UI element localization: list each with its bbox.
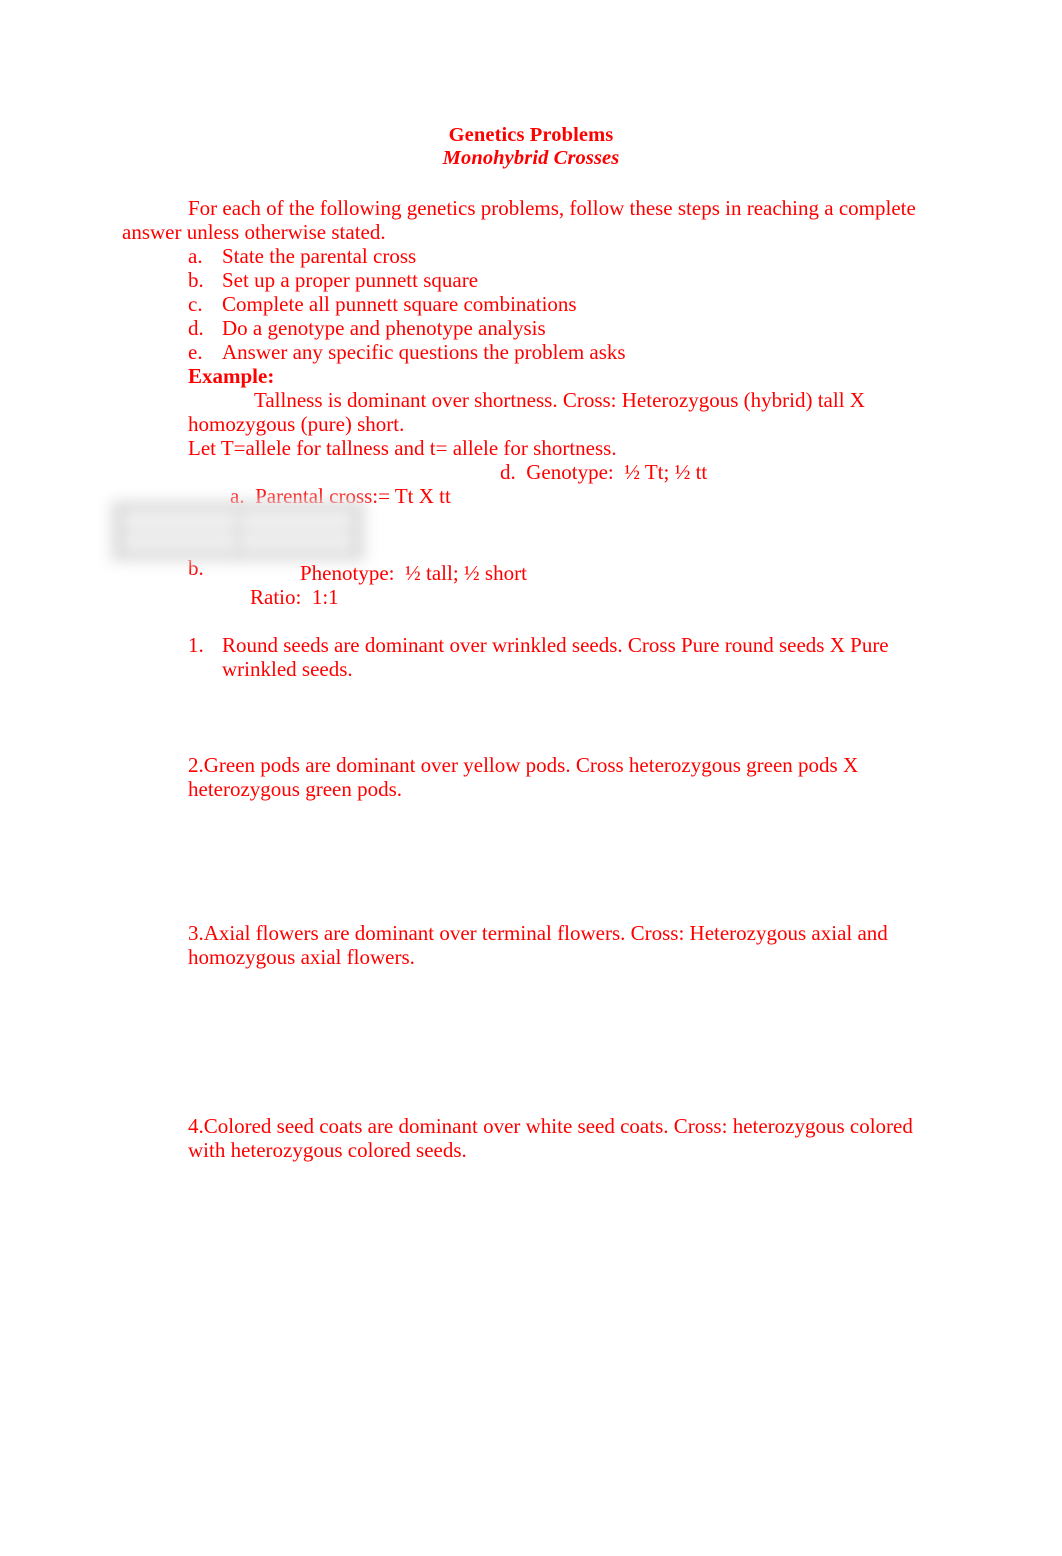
step-label-c: Complete all punnett square combinations bbox=[222, 292, 577, 316]
step-item-c: c. Complete all punnett square combinati… bbox=[122, 292, 922, 316]
example-block: Example: Tallness is dominant over short… bbox=[122, 364, 922, 580]
step-label-a: State the parental cross bbox=[222, 244, 417, 268]
problem-4: 4.Colored seed coats are dominant over w… bbox=[188, 1114, 913, 1162]
step-item-d: d. Do a genotype and phenotype analysis bbox=[122, 316, 922, 340]
step-letter-e: e. bbox=[188, 340, 203, 364]
example-parental-cross: a. Parental cross:= Tt X tt bbox=[230, 484, 451, 508]
step-item-e: e. Answer any specific questions the pro… bbox=[122, 340, 922, 364]
example-cross-row: a. Parental cross:= Tt X tt d. Genotype:… bbox=[188, 460, 922, 556]
page-subtitle: Monohybrid Crosses bbox=[442, 147, 620, 169]
step-label-d: Do a genotype and phenotype analysis bbox=[222, 316, 546, 340]
problem-1-number: 1. bbox=[188, 633, 204, 657]
example-punnett-label: b. bbox=[188, 556, 204, 580]
example-ratio: Ratio: 1:1 bbox=[250, 585, 339, 609]
page-title: Genetics Problems bbox=[448, 124, 614, 146]
step-item-b: b. Set up a proper punnett square bbox=[122, 268, 922, 292]
document-page: Genetics Problems Monohybrid Crosses For… bbox=[0, 0, 1062, 1556]
title-block: Genetics Problems Monohybrid Crosses bbox=[0, 124, 1062, 170]
example-heading: Example: bbox=[188, 364, 275, 388]
step-letter-c: c. bbox=[188, 292, 203, 316]
example-statement: Tallness is dominant over shortness. Cro… bbox=[188, 388, 865, 436]
problem-1: 1. Round seeds are dominant over wrinkle… bbox=[188, 633, 918, 681]
example-allele-key: Let T=allele for tallness and t= allele … bbox=[188, 436, 617, 460]
steps-list: a. State the parental cross b. Set up a … bbox=[122, 244, 922, 364]
step-item-a: a. State the parental cross bbox=[122, 244, 922, 268]
problem-1-text: Round seeds are dominant over wrinkled s… bbox=[222, 633, 889, 681]
step-letter-a: a. bbox=[188, 244, 203, 268]
problem-2: 2.Green pods are dominant over yellow po… bbox=[188, 753, 859, 801]
step-label-e: Answer any specific questions the proble… bbox=[222, 340, 626, 364]
example-phenotype: Phenotype: ½ tall; ½ short bbox=[300, 561, 527, 585]
step-letter-b: b. bbox=[188, 268, 204, 292]
intro-paragraph: For each of the following genetics probl… bbox=[122, 196, 916, 244]
step-label-b: Set up a proper punnett square bbox=[222, 268, 479, 292]
step-letter-d: d. bbox=[188, 316, 204, 340]
problem-3: 3.Axial flowers are dominant over termin… bbox=[188, 921, 888, 969]
example-genotype: d. Genotype: ½ Tt; ½ tt bbox=[500, 460, 708, 484]
document-body: For each of the following genetics probl… bbox=[122, 196, 922, 580]
